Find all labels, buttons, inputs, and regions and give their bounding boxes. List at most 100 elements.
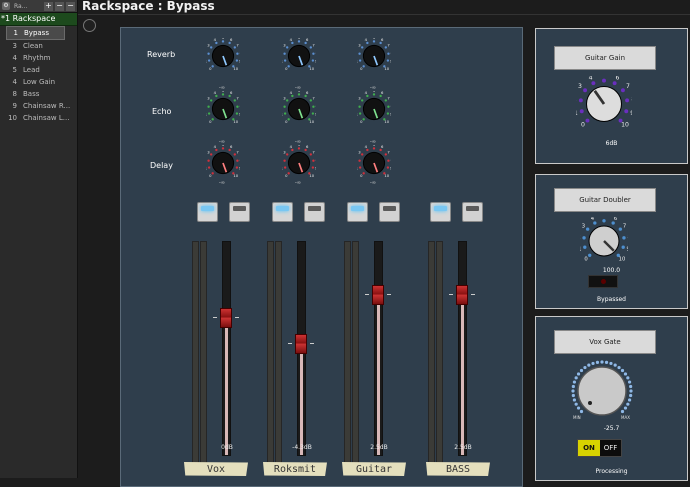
fader-fill bbox=[377, 294, 380, 455]
svg-text:4: 4 bbox=[589, 76, 593, 81]
fader-fill bbox=[461, 294, 464, 455]
fader-track[interactable] bbox=[458, 241, 467, 456]
svg-text:1: 1 bbox=[357, 60, 359, 64]
svg-text:1: 1 bbox=[206, 167, 208, 171]
echo-knob[interactable]: 012345678910 bbox=[206, 91, 240, 127]
guitar-doubler-knob[interactable]: 012345678910 bbox=[580, 217, 628, 267]
channel-solo-button[interactable] bbox=[462, 202, 483, 222]
rackspace-sidebar: ⚙ Ra... + − − *1 Rackspace 1Bypass3Clean… bbox=[0, 0, 78, 478]
variation-item[interactable]: 4Low Gain bbox=[0, 76, 77, 88]
vox-gate-knob[interactable] bbox=[570, 359, 634, 423]
variation-item[interactable]: 4Rhythm bbox=[0, 52, 77, 64]
channel-mute-button[interactable] bbox=[430, 202, 451, 222]
variation-list: 1Bypass3Clean4Rhythm5Lead4Low Gain8Bass9… bbox=[0, 26, 77, 124]
svg-text:0: 0 bbox=[360, 174, 363, 178]
level-meter bbox=[200, 241, 207, 466]
svg-text:1: 1 bbox=[357, 167, 359, 171]
fader-mark bbox=[288, 343, 292, 344]
guitar-gain-knob[interactable]: 012345678910 bbox=[576, 76, 632, 138]
svg-text:3: 3 bbox=[207, 96, 210, 100]
rackspace-item[interactable]: *1 Rackspace bbox=[0, 13, 77, 26]
channel-db-value: -4.3dB bbox=[282, 444, 322, 451]
reverb-knob[interactable]: 012345678910 bbox=[357, 38, 391, 74]
reverb-knob[interactable]: 012345678910 bbox=[206, 38, 240, 74]
fader-track[interactable] bbox=[374, 241, 383, 456]
fader-track[interactable] bbox=[222, 241, 231, 456]
svg-text:0: 0 bbox=[285, 67, 288, 71]
remove-button[interactable]: − bbox=[55, 2, 64, 11]
guitar-gain-value: 6dB bbox=[536, 140, 687, 147]
reverb-knob[interactable]: 012345678910 bbox=[282, 38, 316, 74]
led-icon bbox=[434, 206, 447, 211]
variation-number: 1 bbox=[8, 27, 18, 39]
echo-knob[interactable]: 012345678910 bbox=[357, 91, 391, 127]
led-icon bbox=[351, 206, 364, 211]
channel-mute-button[interactable] bbox=[347, 202, 368, 222]
svg-text:0: 0 bbox=[209, 67, 212, 71]
channel-solo-button[interactable] bbox=[229, 202, 250, 222]
svg-text:10: 10 bbox=[621, 122, 629, 129]
echo-knob[interactable]: 012345678910 bbox=[282, 91, 316, 127]
minus-infinity-label: -∞ bbox=[370, 85, 376, 91]
svg-text:4: 4 bbox=[290, 145, 293, 149]
vox-gate-panel: Vox Gate MIN MAX -25.7 ON OFF Processing bbox=[535, 316, 688, 481]
svg-text:5: 5 bbox=[373, 91, 376, 93]
svg-text:1: 1 bbox=[282, 60, 284, 64]
svg-text:10: 10 bbox=[384, 120, 389, 124]
svg-text:0: 0 bbox=[584, 256, 587, 262]
variation-item[interactable]: 10Chainsaw L... bbox=[0, 112, 77, 124]
channel-solo-button[interactable] bbox=[379, 202, 400, 222]
toggle-on: ON bbox=[578, 440, 600, 456]
svg-text:7: 7 bbox=[312, 43, 315, 47]
svg-text:9: 9 bbox=[315, 113, 316, 117]
gear-icon[interactable]: ⚙ bbox=[2, 2, 10, 10]
minus-infinity-label: -∞ bbox=[219, 85, 225, 91]
channel-solo-button[interactable] bbox=[304, 202, 325, 222]
variation-item[interactable]: 1Bypass bbox=[6, 26, 65, 40]
fader-cap[interactable] bbox=[456, 285, 468, 305]
fader-cap[interactable] bbox=[220, 308, 232, 328]
svg-text:5: 5 bbox=[298, 91, 301, 93]
add-button[interactable]: + bbox=[44, 2, 53, 11]
svg-text:0: 0 bbox=[209, 120, 212, 124]
svg-text:6: 6 bbox=[306, 91, 309, 95]
svg-text:6: 6 bbox=[616, 76, 620, 81]
fader-cap[interactable] bbox=[295, 334, 307, 354]
vox-gate-title[interactable]: Vox Gate bbox=[554, 330, 656, 354]
delay-knob[interactable]: 012345678910 bbox=[206, 145, 240, 181]
doubler-bypass-button[interactable] bbox=[588, 275, 618, 288]
svg-text:7: 7 bbox=[387, 150, 390, 154]
sidebar-toolbar-label: Ra... bbox=[12, 3, 44, 10]
variation-item[interactable]: 9Chainsaw R... bbox=[0, 100, 77, 112]
circle-icon[interactable] bbox=[83, 19, 96, 32]
channel-mute-button[interactable] bbox=[272, 202, 293, 222]
led-icon bbox=[308, 206, 321, 211]
fader-cap[interactable] bbox=[372, 285, 384, 305]
svg-text:10: 10 bbox=[233, 67, 238, 71]
variation-label: Chainsaw R... bbox=[23, 100, 70, 112]
svg-text:1: 1 bbox=[282, 167, 284, 171]
svg-text:5: 5 bbox=[222, 145, 225, 147]
svg-text:6: 6 bbox=[230, 91, 233, 95]
variation-item[interactable]: 5Lead bbox=[0, 64, 77, 76]
delay-knob[interactable]: 012345678910 bbox=[282, 145, 316, 181]
guitar-gain-title[interactable]: Guitar Gain bbox=[554, 46, 656, 70]
svg-text:1: 1 bbox=[576, 110, 578, 117]
title-divider bbox=[78, 14, 690, 15]
fader-mark bbox=[471, 294, 475, 295]
delay-label: Delay bbox=[150, 161, 173, 170]
more-button[interactable]: − bbox=[66, 2, 75, 11]
led-icon bbox=[383, 206, 396, 211]
svg-text:10: 10 bbox=[619, 256, 626, 262]
svg-text:2: 2 bbox=[576, 96, 577, 103]
variation-number: 8 bbox=[7, 88, 17, 100]
delay-knob[interactable]: 012345678910 bbox=[357, 145, 391, 181]
channel-db-value: 0dB bbox=[207, 444, 247, 451]
guitar-doubler-title[interactable]: Guitar Doubler bbox=[554, 188, 656, 212]
variation-item[interactable]: 8Bass bbox=[0, 88, 77, 100]
vox-gate-toggle[interactable]: ON OFF bbox=[577, 439, 622, 457]
svg-text:6: 6 bbox=[230, 38, 233, 42]
variation-item[interactable]: 3Clean bbox=[0, 40, 77, 52]
svg-text:4: 4 bbox=[214, 145, 217, 149]
channel-mute-button[interactable] bbox=[197, 202, 218, 222]
